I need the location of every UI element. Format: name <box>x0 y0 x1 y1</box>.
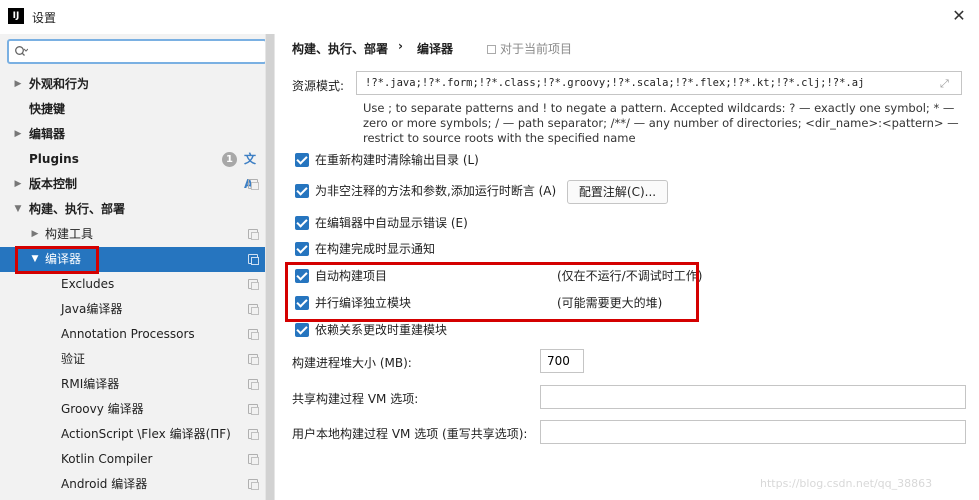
sidebar-item-kotlin-compiler[interactable]: Kotlin Compiler <box>0 447 265 472</box>
collapse-arrow-icon[interactable]: ▼ <box>29 247 41 272</box>
heap-size-label: 构建进程堆大小 (MB): <box>292 356 412 370</box>
resource-patterns-hint: Use ; to separate patterns and ! to nega… <box>363 101 959 145</box>
expand-field-icon[interactable]: ⤢ <box>940 77 949 91</box>
project-scope-icon <box>248 329 259 340</box>
sidebar-item-label: Android 编译器 <box>61 477 148 491</box>
sidebar-item-label: 构建工具 <box>45 227 94 241</box>
project-scope-icon <box>248 279 259 290</box>
sidebar-item-label: 编译器 <box>45 252 82 266</box>
project-scope-icon <box>248 254 259 265</box>
sidebar-item-android-compiler[interactable]: Android 编译器 <box>0 472 265 497</box>
sidebar-item-label: Java编译器 <box>61 302 123 316</box>
checkbox-checked-icon[interactable] <box>295 184 309 198</box>
sidebar-item-label: 验证 <box>61 352 86 366</box>
settings-sidebar: ▶ 外观和行为 快捷键 ▶ 编辑器 Plugins 1 文A ▶ 版本控制 ▼ … <box>0 34 275 500</box>
user-vm-options-label: 用户本地构建过程 VM 选项 (重写共享选项): <box>292 427 528 441</box>
sidebar-item-appearance[interactable]: ▶ 外观和行为 <box>0 72 265 97</box>
sidebar-item-label: Kotlin Compiler <box>61 452 153 466</box>
sidebar-item-validation[interactable]: 验证 <box>0 347 265 372</box>
sidebar-item-build-execution[interactable]: ▼ 构建、执行、部署 <box>0 197 265 222</box>
checkbox-note: (仅在不运行/不调试时工作) <box>557 269 703 283</box>
intellij-icon: IJ <box>8 8 24 24</box>
checkbox-label: 在编辑器中自动显示错误 (E) <box>315 216 468 230</box>
expand-arrow-icon[interactable]: ▶ <box>12 122 24 147</box>
search-input[interactable] <box>31 42 261 61</box>
expand-arrow-icon[interactable]: ▶ <box>12 72 24 97</box>
sidebar-item-label: 编辑器 <box>29 127 66 141</box>
project-scope-icon <box>248 304 259 315</box>
sidebar-item-version-control[interactable]: ▶ 版本控制 <box>0 172 265 197</box>
project-scope-icon <box>248 479 259 490</box>
sidebar-item-compiler[interactable]: ▼ 编译器 <box>0 247 265 272</box>
sidebar-item-rmi-compiler[interactable]: RMI编译器 <box>0 372 265 397</box>
breadcrumb: 构建、执行、部署 <box>292 42 389 56</box>
search-icon <box>15 46 28 56</box>
sidebar-scrollbar-thumb[interactable] <box>266 34 274 500</box>
heap-size-input[interactable] <box>540 349 584 373</box>
collapse-arrow-icon[interactable]: ▼ <box>12 197 24 222</box>
sidebar-item-excludes[interactable]: Excludes <box>0 272 265 297</box>
user-vm-options-input[interactable] <box>540 420 966 444</box>
project-scope-icon <box>487 45 496 54</box>
settings-main-panel: 构建、执行、部署 › 编译器 对于当前项目 资源模式: !?*.java;!?*… <box>275 34 979 500</box>
project-scope-icon <box>248 354 259 365</box>
checkbox-checked-icon[interactable] <box>295 216 309 230</box>
shared-vm-options-label: 共享构建过程 VM 选项: <box>292 392 419 406</box>
search-box[interactable] <box>7 39 267 64</box>
project-scope-icon <box>248 179 259 190</box>
project-scope-icon <box>248 454 259 465</box>
checkbox-note: (可能需要更大的堆) <box>557 296 663 310</box>
sidebar-item-plugins[interactable]: Plugins 1 文A <box>0 147 265 191</box>
update-count-badge: 1 <box>222 152 237 167</box>
title-bar: IJ 设置 ✕ <box>0 0 979 34</box>
sidebar-item-label: ActionScript \Flex 编译器(ΠF) <box>61 427 231 441</box>
sidebar-item-keymap[interactable]: 快捷键 <box>0 97 265 122</box>
sidebar-item-label: 版本控制 <box>29 177 78 191</box>
project-scope-icon <box>248 379 259 390</box>
expand-arrow-icon[interactable]: ▶ <box>12 172 24 197</box>
configure-annotations-button[interactable]: 配置注解(C)... <box>567 180 668 204</box>
checkbox-checked-icon[interactable] <box>295 153 309 167</box>
resource-patterns-field[interactable]: !?*.java;!?*.form;!?*.class;!?*.groovy;!… <box>356 71 962 95</box>
checkbox-label: 依赖关系更改时重建模块 <box>315 323 448 337</box>
sidebar-item-actionscript-compiler[interactable]: ActionScript \Flex 编译器(ΠF) <box>0 422 265 447</box>
sidebar-item-editor[interactable]: ▶ 编辑器 <box>0 122 265 147</box>
checkbox-checked-icon[interactable] <box>295 296 309 310</box>
resource-patterns-label: 资源模式: <box>292 79 345 93</box>
sidebar-item-label: 构建、执行、部署 <box>29 202 126 216</box>
checkbox-label: 为非空注释的方法和参数,添加运行时断言 (A) <box>315 184 557 198</box>
sidebar-item-build-tools[interactable]: ▶ 构建工具 <box>0 222 265 247</box>
sidebar-item-label: Excludes <box>61 277 115 291</box>
watermark-text: https://blog.csdn.net/qq_38863 <box>760 477 933 490</box>
checkbox-label: 自动构建项目 <box>315 269 388 283</box>
sidebar-item-label: RMI编译器 <box>61 377 120 391</box>
checkbox-checked-icon[interactable] <box>295 269 309 283</box>
project-scope-text: 对于当前项目 <box>500 42 573 56</box>
sidebar-item-annotation-processors[interactable]: Annotation Processors <box>0 322 265 347</box>
sidebar-item-label: Groovy 编译器 <box>61 402 144 416</box>
sidebar-item-label: Plugins <box>29 152 79 166</box>
project-scope-icon <box>248 229 259 240</box>
sidebar-item-label: Annotation Processors <box>61 327 195 341</box>
expand-arrow-icon[interactable]: ▶ <box>29 222 41 247</box>
checkbox-label: 并行编译独立模块 <box>315 296 412 310</box>
sidebar-item-groovy-compiler[interactable]: Groovy 编译器 <box>0 397 265 422</box>
sidebar-item-label: 外观和行为 <box>29 77 90 91</box>
checkbox-checked-icon[interactable] <box>295 242 309 256</box>
sidebar-item-label: 快捷键 <box>29 102 66 116</box>
checkbox-label: 在构建完成时显示通知 <box>315 242 436 256</box>
project-scope-label: 对于当前项目 <box>487 40 572 57</box>
project-scope-icon <box>248 404 259 415</box>
page-title: 编译器 <box>417 42 454 56</box>
checkbox-checked-icon[interactable] <box>295 323 309 337</box>
sidebar-item-java-compiler[interactable]: Java编译器 <box>0 297 265 322</box>
project-scope-icon <box>248 429 259 440</box>
window-title: 设置 <box>32 11 57 25</box>
breadcrumb-separator: › <box>398 39 403 53</box>
shared-vm-options-input[interactable] <box>540 385 966 409</box>
close-icon[interactable]: ✕ <box>949 6 969 26</box>
checkbox-label: 在重新构建时清除输出目录 (L) <box>315 153 479 167</box>
